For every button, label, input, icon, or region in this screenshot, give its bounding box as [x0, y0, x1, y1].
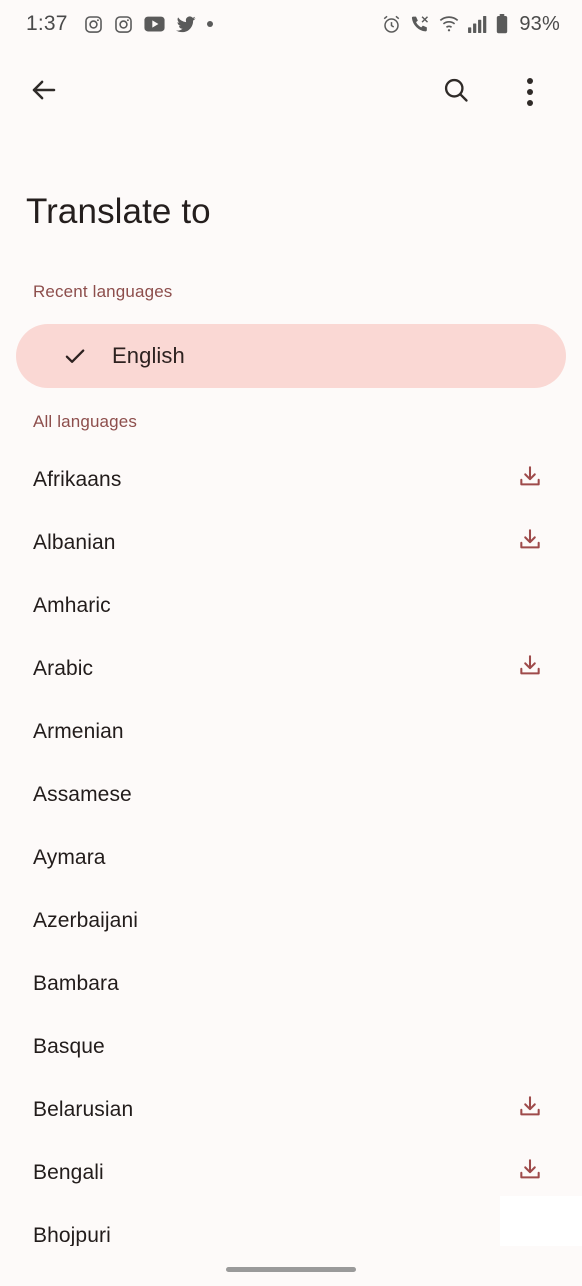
download-button[interactable] [516, 1159, 544, 1187]
download-slot-empty [516, 907, 544, 935]
language-row[interactable]: Afrikaans [0, 448, 582, 511]
overflow-menu-button[interactable] [508, 70, 552, 114]
download-button[interactable] [516, 1096, 544, 1124]
download-slot-empty [516, 970, 544, 998]
cellular-signal-icon [468, 15, 487, 33]
language-name: Basque [33, 1034, 105, 1058]
download-slot-empty [516, 592, 544, 620]
youtube-icon [144, 16, 165, 32]
language-row-english[interactable]: English [16, 324, 566, 388]
download-slot-empty [516, 1033, 544, 1061]
download-slot-empty [516, 718, 544, 746]
language-row[interactable]: Aymara [0, 826, 582, 889]
language-name: Aymara [33, 845, 106, 869]
language-name: Bengali [33, 1160, 104, 1184]
search-button[interactable] [434, 70, 478, 114]
status-bar-left: 1:37 [26, 12, 213, 36]
search-icon [442, 76, 470, 109]
phone-screen: 1:37 93% Translate to Recent languages E… [0, 0, 582, 1286]
language-name: English [112, 343, 185, 368]
battery-icon [496, 14, 508, 34]
language-row[interactable]: Albanian [0, 511, 582, 574]
language-row[interactable]: Bengali [0, 1141, 582, 1204]
download-button[interactable] [516, 529, 544, 557]
more-notifications-dot-icon [206, 21, 213, 27]
missed-call-icon [410, 14, 430, 34]
back-button[interactable] [22, 70, 66, 114]
language-list-scroll[interactable]: Recent languages English All languages A… [0, 262, 582, 1286]
download-icon [517, 527, 543, 558]
gesture-navigation-bar[interactable] [226, 1267, 356, 1272]
alarm-icon [382, 15, 401, 34]
all-languages-header: All languages [33, 412, 138, 431]
instagram-icon [84, 15, 103, 34]
language-name: Bambara [33, 971, 119, 995]
app-bar-actions [434, 70, 552, 114]
language-name: Arabic [33, 656, 94, 680]
language-row[interactable]: Armenian [0, 700, 582, 763]
twitter-icon [175, 15, 196, 33]
all-languages-list: Afrikaans Albanian Amharic Arabic Armenian As… [0, 448, 582, 1267]
download-icon [517, 1157, 543, 1188]
app-bar [0, 60, 582, 124]
status-time: 1:37 [26, 12, 68, 35]
recent-languages-header: Recent languages [33, 282, 173, 301]
language-row[interactable]: Azerbaijani [0, 889, 582, 952]
page-title: Translate to [26, 192, 211, 231]
language-row[interactable]: Assamese [0, 763, 582, 826]
language-name: Assamese [33, 782, 132, 806]
download-icon [517, 1094, 543, 1125]
navigation-area [0, 1246, 582, 1286]
language-name: Belarusian [33, 1097, 134, 1121]
language-row[interactable]: Basque [0, 1015, 582, 1078]
language-row[interactable]: Bambara [0, 952, 582, 1015]
language-name: Armenian [33, 719, 124, 743]
language-name: Albanian [33, 530, 116, 554]
overflow-menu-icon [527, 78, 533, 106]
download-slot-empty [516, 844, 544, 872]
download-slot-empty [516, 781, 544, 809]
language-name: Amharic [33, 593, 111, 617]
language-name: Azerbaijani [33, 908, 138, 932]
download-icon [517, 464, 543, 495]
status-bar-right: 93% [382, 13, 560, 36]
language-name: Bhojpuri [33, 1223, 111, 1247]
status-bar: 1:37 93% [0, 0, 582, 48]
check-icon [62, 343, 88, 369]
download-button[interactable] [516, 466, 544, 494]
language-name: Afrikaans [33, 467, 122, 491]
download-button[interactable] [516, 655, 544, 683]
language-row[interactable]: Belarusian [0, 1078, 582, 1141]
back-arrow-icon [29, 75, 59, 110]
language-row[interactable]: Arabic [0, 637, 582, 700]
battery-percentage: 93% [519, 12, 560, 35]
download-icon [517, 653, 543, 684]
wifi-icon [439, 16, 459, 32]
instagram-icon [114, 15, 133, 34]
language-row[interactable]: Amharic [0, 574, 582, 637]
